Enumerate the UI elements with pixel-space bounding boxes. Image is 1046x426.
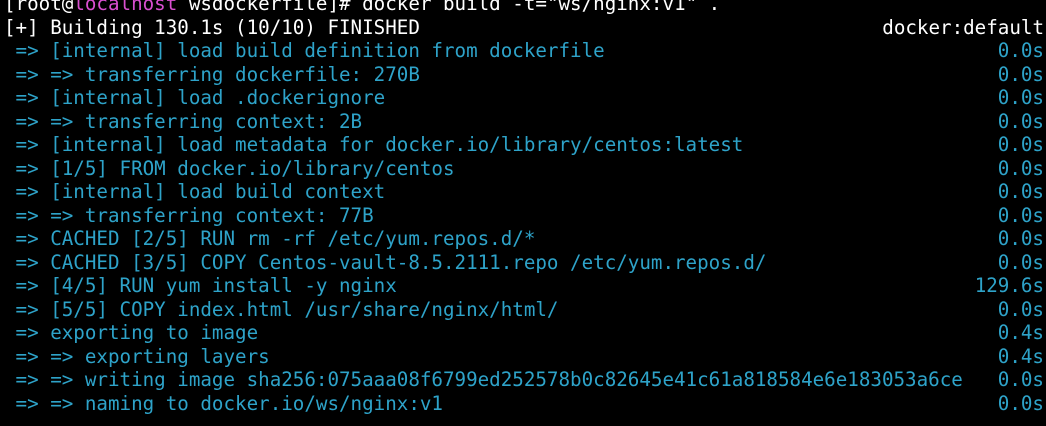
build-step-time: 0.0s [997, 133, 1044, 156]
build-step-line: => => naming to docker.io/ws/nginx:v1 0.0… [0, 392, 1046, 416]
build-step-time: 0.0s [997, 227, 1044, 250]
build-step-line: => => transferring context: 2B 0.0s [0, 110, 1046, 134]
build-step-time: 0.0s [997, 86, 1044, 109]
build-step-time: 0.0s [997, 180, 1044, 203]
build-step-text: => => writing image sha256:075aaa08f6799… [4, 368, 963, 391]
build-step-text: => exporting to image [4, 321, 259, 344]
build-step-text: => => transferring context: 77B [4, 203, 374, 227]
builder-context: docker:default [882, 15, 1044, 39]
build-step-text: => [4/5] RUN yum install -y nginx [4, 274, 397, 297]
build-step-time: 0.0s [997, 250, 1044, 274]
build-step-time: 0.0s [997, 368, 1044, 391]
build-step-text: => [internal] load .dockerignore [4, 86, 386, 109]
build-step-time: 0.4s [997, 321, 1044, 344]
build-step-line: => [internal] load build definition from… [0, 39, 1046, 63]
build-step-text: => [1/5] FROM docker.io/library/centos [4, 156, 455, 180]
build-step-time: 0.0s [997, 297, 1044, 321]
build-step-time: 0.0s [997, 39, 1044, 62]
build-step-time: 0.0s [997, 156, 1044, 180]
terminal-window[interactable]: [root@localhost wsdockerfile]# docker bu… [0, 0, 1046, 415]
build-step-line: => [internal] load metadata for docker.i… [0, 133, 1046, 157]
build-step-text: => [5/5] COPY index.html /usr/share/ngin… [4, 297, 559, 321]
build-step-text: => => transferring context: 2B [4, 109, 363, 133]
prompt-hostname: localhost [73, 0, 178, 15]
build-step-text: => [internal] load build definition from… [4, 39, 605, 62]
prompt-line: [root@localhost wsdockerfile]# docker bu… [0, 0, 1046, 16]
build-step-time: 0.4s [997, 344, 1044, 368]
build-step-text: => => transferring dockerfile: 270B [4, 62, 420, 86]
build-step-time: 129.6s [974, 274, 1044, 297]
build-step-line: => => transferring dockerfile: 270B 0.0s [0, 63, 1046, 87]
build-status-line: [+] Building 130.1s (10/10) FINISHED doc… [0, 16, 1046, 40]
build-step-text: => CACHED [3/5] COPY Centos-vault-8.5.21… [4, 250, 767, 274]
build-step-line: => => transferring context: 77B 0.0s [0, 204, 1046, 228]
build-step-time: 0.0s [997, 203, 1044, 227]
command-text: wsdockerfile]# docker build -t="ws/nginx… [177, 0, 721, 15]
build-steps-list: => [internal] load build definition from… [0, 39, 1046, 415]
build-step-text: => => naming to docker.io/ws/nginx:v1 [4, 391, 443, 415]
build-step-line: => [5/5] COPY index.html /usr/share/ngin… [0, 298, 1046, 322]
build-step-text: => [internal] load metadata for docker.i… [4, 133, 744, 156]
build-step-text: => [internal] load build context [4, 180, 386, 203]
build-step-line: => [1/5] FROM docker.io/library/centos 0.… [0, 157, 1046, 181]
build-step-line: => => exporting layers 0.4s [0, 345, 1046, 369]
build-step-time: 0.0s [997, 109, 1044, 133]
build-step-line: => [internal] load build context 0.0s [0, 180, 1046, 204]
build-step-time: 0.0s [997, 62, 1044, 86]
build-step-line: => [4/5] RUN yum install -y nginx 129.6s [0, 274, 1046, 298]
shell-prompt: [root@localhost wsdockerfile]# docker bu… [4, 0, 720, 16]
build-status: [+] Building 130.1s (10/10) FINISHED [4, 15, 420, 39]
build-step-line: => [internal] load .dockerignore 0.0s [0, 86, 1046, 110]
build-step-line: => CACHED [3/5] COPY Centos-vault-8.5.21… [0, 251, 1046, 275]
build-step-text: => => exporting layers [4, 344, 270, 368]
build-step-text: => CACHED [2/5] RUN rm -rf /etc/yum.repo… [4, 227, 536, 250]
build-step-line: => => writing image sha256:075aaa08f6799… [0, 368, 1046, 392]
build-step-time: 0.0s [997, 391, 1044, 415]
build-step-line: => exporting to image 0.4s [0, 321, 1046, 345]
prompt-open: [root@ [4, 0, 74, 15]
build-step-line: => CACHED [2/5] RUN rm -rf /etc/yum.repo… [0, 227, 1046, 251]
